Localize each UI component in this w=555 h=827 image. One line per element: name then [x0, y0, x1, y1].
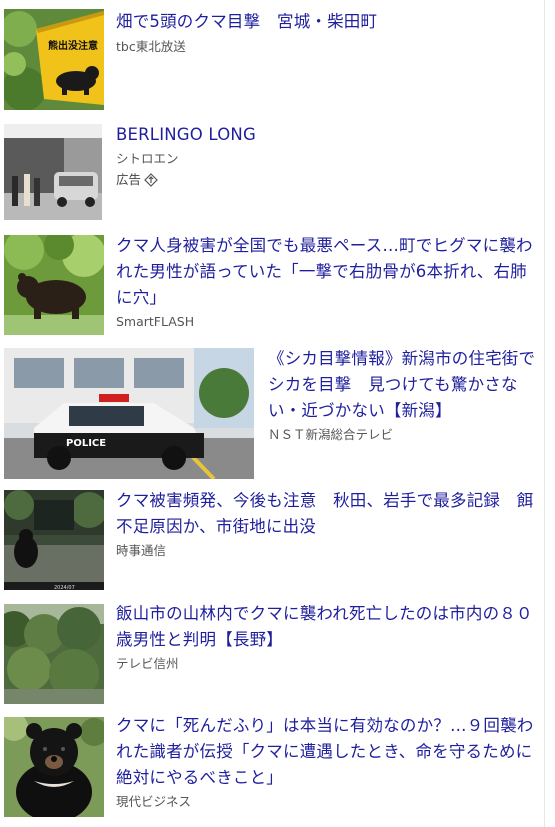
article-item[interactable]: POLICE 《シカ目撃情報》新潟市の住宅街でシカを目撃 見つけても驚かさない・… — [0, 346, 545, 479]
article-source: 現代ビジネス — [116, 794, 192, 809]
article-item[interactable]: クマに「死んだふり」は本当に有効なのか？…９回襲われた識者が伝授「クマに遭遇した… — [0, 713, 545, 817]
ad-title[interactable]: BERLINGO LONG — [116, 122, 536, 148]
article-item[interactable]: 熊出没注意 畑で5頭のクマ目撃 宮城・柴田町 tbc東北放送 — [0, 9, 545, 110]
svg-text:熊出没注意: 熊出没注意 — [48, 39, 98, 52]
ad-advertiser: シトロエン — [116, 151, 179, 166]
scrollbar-track[interactable] — [544, 0, 555, 827]
article-title[interactable]: 畑で5頭のクマ目撃 宮城・柴田町 — [116, 9, 536, 35]
article-item[interactable]: クマ人身被害が全国でも最悪ペース…町でヒグマに襲われた男性が語っていた「一撃で右… — [0, 233, 545, 335]
article-title[interactable]: クマ被害頻発、今後も注意 秋田、岩手で最多記録 餌不足原因か、市街地に出没 — [116, 488, 541, 540]
article-source: ＮＳＴ新潟総合テレビ — [268, 427, 394, 442]
bear-warning-sign-icon: 熊出没注意 — [4, 9, 104, 110]
ad-label: 広告 — [116, 172, 142, 187]
svg-text:POLICE: POLICE — [66, 438, 106, 449]
article-title[interactable]: 飯山市の山林内でクマに襲われ死亡したのは市内の８０歳男性と判明【長野】 — [116, 601, 541, 653]
forest-icon — [4, 604, 104, 704]
news-feed: 熊出没注意 畑で5頭のクマ目撃 宮城・柴田町 tbc東北放送 BERLINGO … — [0, 0, 545, 827]
article-source: 時事通信 — [116, 543, 167, 558]
car-showroom-icon — [4, 124, 102, 220]
article-item[interactable]: 飯山市の山林内でクマに襲われ死亡したのは市内の８０歳男性と判明【長野】 テレビ信… — [0, 601, 545, 704]
black-bear-icon — [4, 717, 104, 817]
brown-bear-icon — [4, 235, 104, 335]
article-source: テレビ信州 — [116, 656, 179, 671]
trail-camera-bear-icon: 2024/07 — [4, 490, 104, 590]
article-source: tbc東北放送 — [116, 39, 186, 54]
article-item[interactable]: 2024/07 クマ被害頻発、今後も注意 秋田、岩手で最多記録 餌不足原因か、市… — [0, 488, 545, 590]
svg-text:2024/07: 2024/07 — [54, 585, 75, 590]
article-title[interactable]: クマに「死んだふり」は本当に有効なのか？…９回襲われた識者が伝授「クマに遭遇した… — [116, 713, 541, 791]
police-car-icon: POLICE — [4, 348, 254, 479]
ad-info-icon[interactable] — [144, 173, 158, 187]
ad-label-row: 広告 — [116, 171, 536, 189]
ad-item[interactable]: BERLINGO LONG シトロエン 広告 — [0, 122, 545, 220]
article-title[interactable]: 《シカ目撃情報》新潟市の住宅街でシカを目撃 見つけても驚かさない・近づかない【新… — [268, 346, 543, 424]
article-source: SmartFLASH — [116, 314, 195, 329]
article-title[interactable]: クマ人身被害が全国でも最悪ペース…町でヒグマに襲われた男性が語っていた「一撃で右… — [116, 233, 541, 311]
